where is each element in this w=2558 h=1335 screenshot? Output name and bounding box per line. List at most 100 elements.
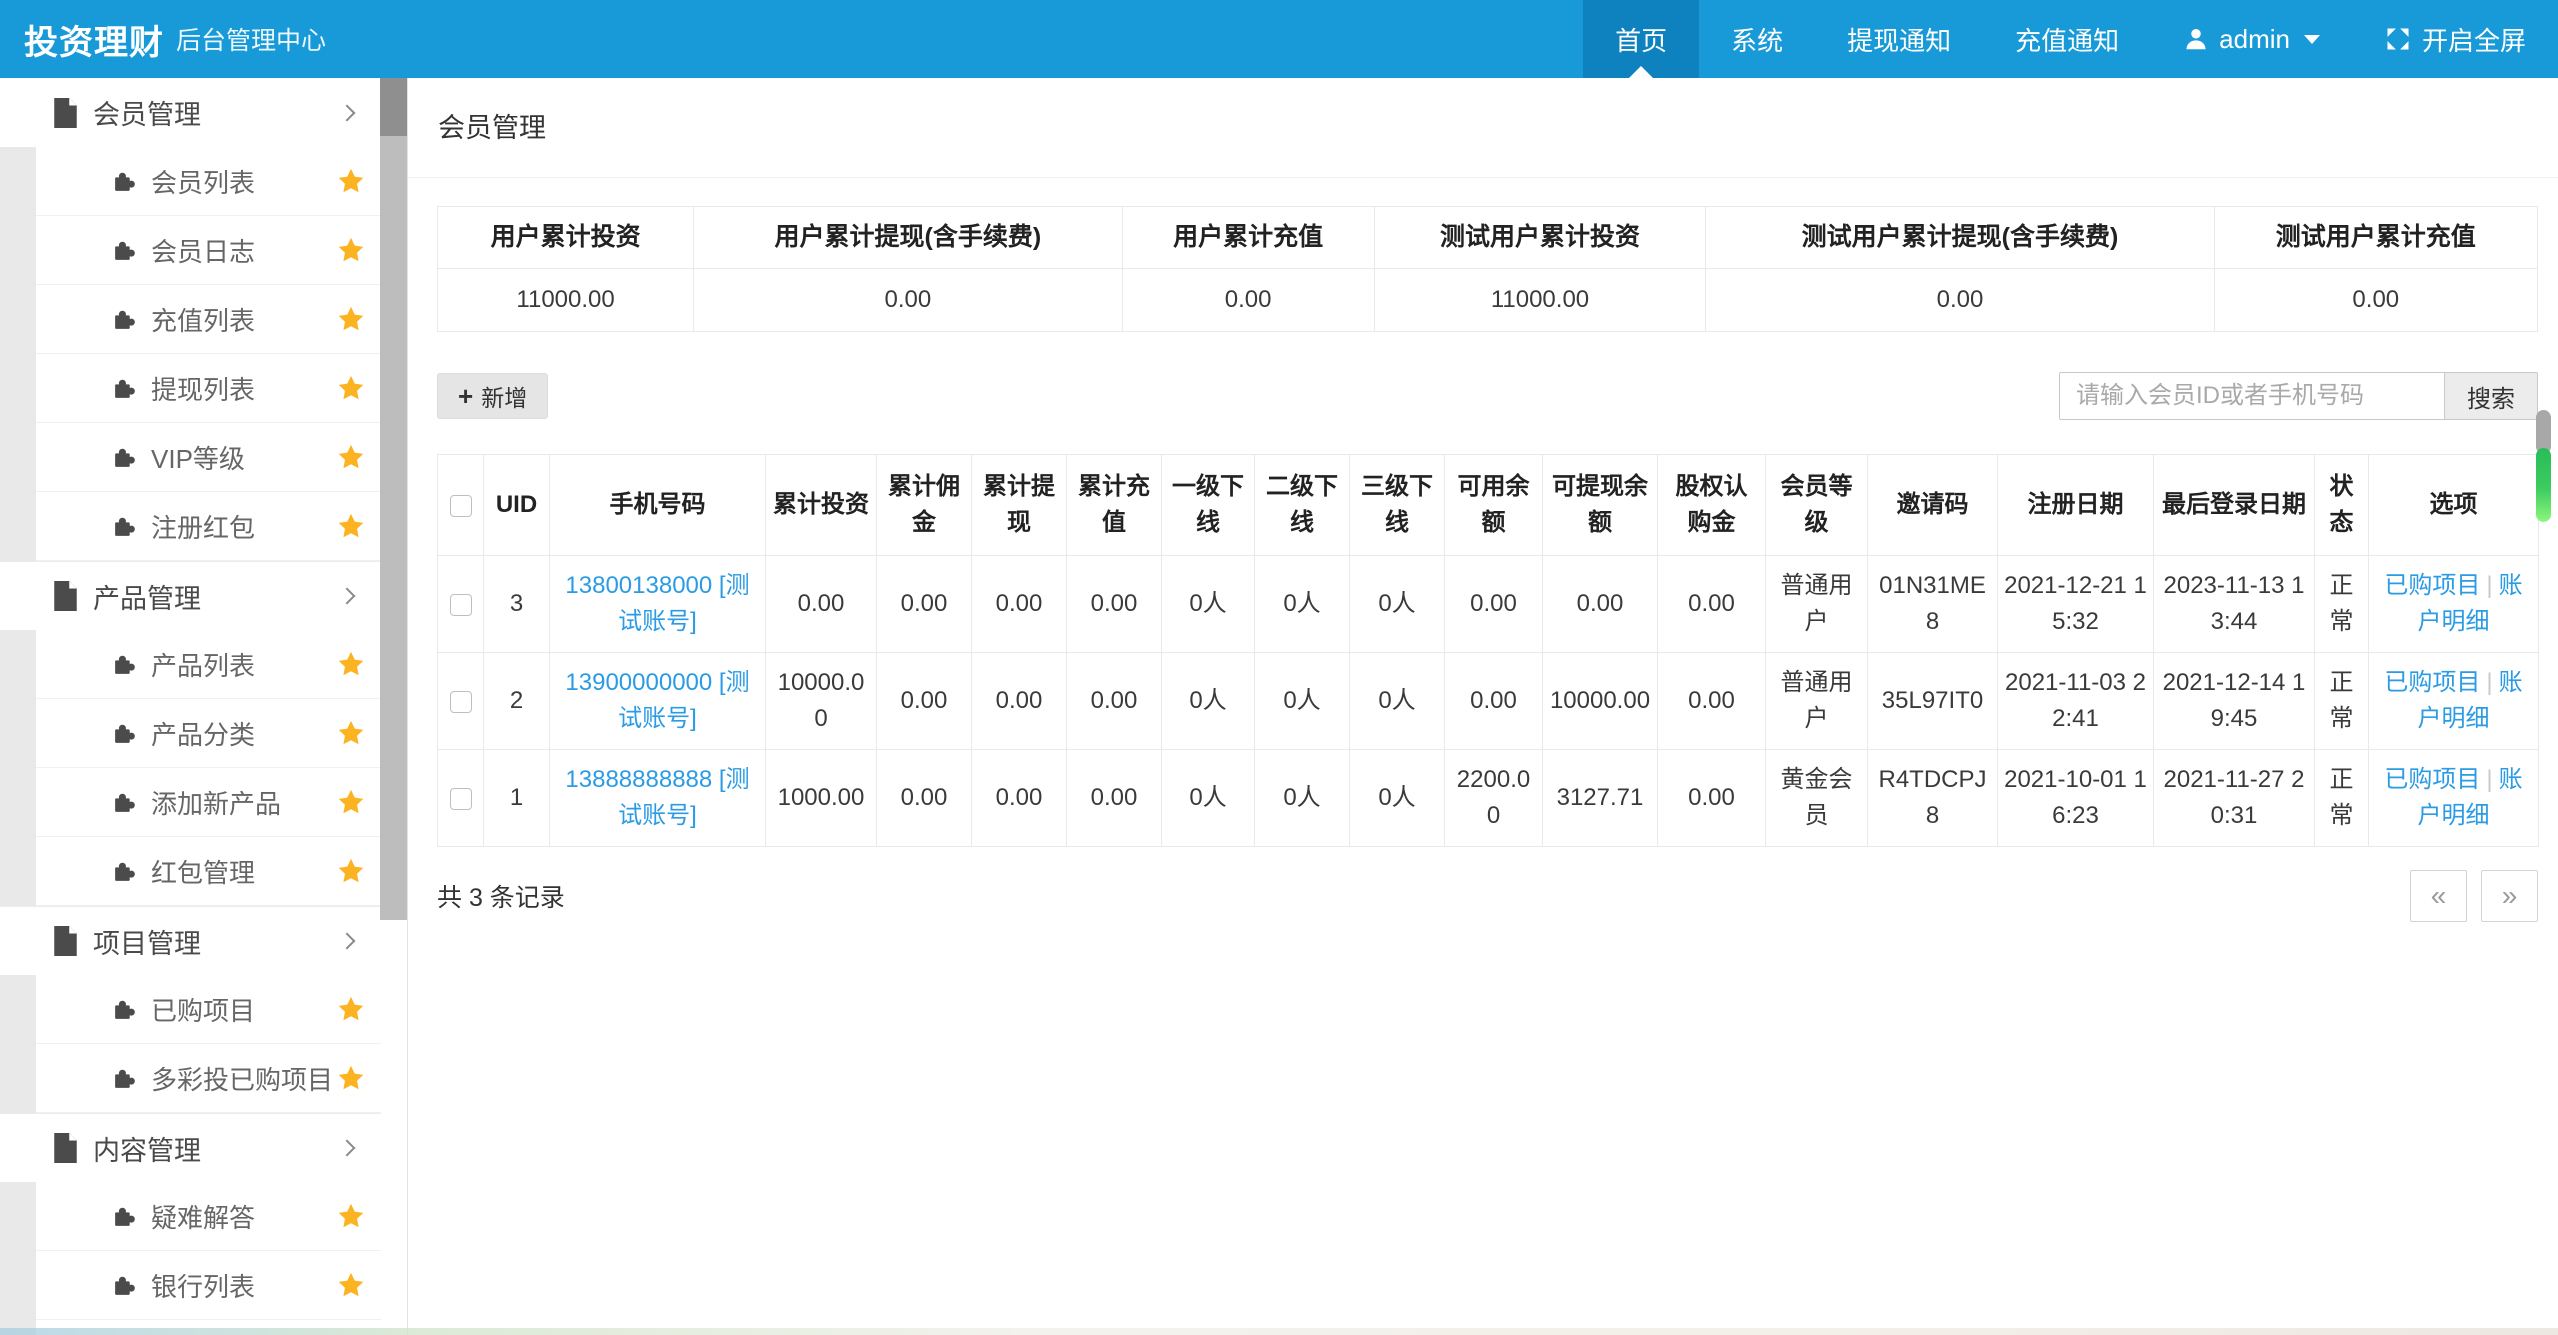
puzzle-icon	[112, 445, 137, 470]
star-icon[interactable]	[337, 374, 365, 402]
sidebar-item-member-log[interactable]: 会员日志	[36, 216, 381, 285]
star-icon[interactable]	[337, 305, 365, 333]
page-header: 会员管理	[408, 78, 2558, 178]
sidebar-group-project-mgmt[interactable]: 项目管理	[0, 906, 381, 975]
file-icon	[52, 98, 79, 128]
cell-recharge: 0.00	[1067, 750, 1162, 847]
user-icon	[2183, 26, 2209, 52]
horizontal-scrollbar[interactable]	[0, 1328, 2558, 1335]
file-icon	[52, 581, 79, 611]
row-checkbox[interactable]	[450, 788, 472, 810]
header-withdrawable: 可提现余额	[1543, 455, 1658, 556]
nav-item-home[interactable]: 首页	[1583, 0, 1699, 78]
cell-recharge: 0.00	[1067, 556, 1162, 653]
nav-item-system[interactable]: 系统	[1699, 0, 1815, 78]
cell-status: 正常	[2315, 556, 2369, 653]
sidebar-item-faq[interactable]: 疑难解答	[36, 1182, 381, 1251]
sidebar-scrollbar-thumb[interactable]	[380, 78, 407, 136]
star-icon[interactable]	[337, 857, 365, 885]
row-checkbox[interactable]	[450, 691, 472, 713]
cell-withdrawable: 3127.71	[1543, 750, 1658, 847]
sidebar-item-duocaitou-projects[interactable]: 多彩投已购项目	[36, 1044, 381, 1113]
header-equity: 股权认购金	[1658, 455, 1766, 556]
sidebar-item-product-category[interactable]: 产品分类	[36, 699, 381, 768]
search-input[interactable]	[2059, 372, 2444, 420]
table-row: 3 13800138000 [测试账号] 0.00 0.00 0.00 0.00…	[438, 556, 2539, 653]
star-icon[interactable]	[337, 650, 365, 678]
star-icon[interactable]	[337, 995, 365, 1023]
star-icon[interactable]	[337, 512, 365, 540]
page-title: 会员管理	[408, 78, 2558, 177]
cell-balance: 0.00	[1445, 653, 1543, 750]
star-icon[interactable]	[337, 1271, 365, 1299]
header-commission: 累计佣金	[877, 455, 972, 556]
table-row: 2 13900000000 [测试账号] 10000.00 0.00 0.00 …	[438, 653, 2539, 750]
stats-value: 0.00	[1122, 269, 1374, 332]
add-button[interactable]: + 新增	[437, 373, 548, 419]
sidebar-item-bank-list[interactable]: 银行列表	[36, 1251, 381, 1320]
cell-select	[438, 556, 484, 653]
sidebar-item-recharge-list[interactable]: 充值列表	[36, 285, 381, 354]
cell-options: 已购项目|账户明细	[2369, 750, 2539, 847]
next-page-button[interactable]: »	[2481, 870, 2538, 922]
cell-withdrawable: 0.00	[1543, 556, 1658, 653]
row-checkbox[interactable]	[450, 594, 472, 616]
nav-item-recharge-notice[interactable]: 充值通知	[1983, 0, 2151, 78]
puzzle-icon	[112, 652, 137, 677]
sidebar-children: 已购项目 多彩投已购项目	[0, 975, 381, 1113]
top-nav: 首页 系统 提现通知 充值通知 admin 开启全屏	[1583, 0, 2558, 78]
purchased-projects-link[interactable]: 已购项目	[2384, 572, 2480, 599]
header-withdraw: 累计提现	[972, 455, 1067, 556]
table-row: 1 13888888888 [测试账号] 1000.00 0.00 0.00 0…	[438, 750, 2539, 847]
star-icon[interactable]	[337, 788, 365, 816]
prev-page-button[interactable]: «	[2410, 870, 2467, 922]
sidebar-item-add-product[interactable]: 添加新产品	[36, 768, 381, 837]
sidebar-scrollbar[interactable]	[380, 78, 407, 920]
nav-item-user-menu[interactable]: admin	[2151, 0, 2352, 78]
sidebar-menu: 会员管理 会员列表 会员日志 充值列表 提现列表	[0, 78, 381, 1335]
star-icon[interactable]	[337, 719, 365, 747]
star-icon[interactable]	[337, 1064, 365, 1092]
header-line1: 一级下线	[1162, 455, 1255, 556]
cell-commission: 0.00	[877, 653, 972, 750]
cell-balance: 2200.00	[1445, 750, 1543, 847]
cell-last-login: 2021-11-27 20:31	[2154, 750, 2315, 847]
fullscreen-icon	[2384, 25, 2412, 53]
purchased-projects-link[interactable]: 已购项目	[2384, 766, 2480, 793]
phone-link[interactable]: 13800138000 [测试账号]	[565, 572, 749, 635]
puzzle-icon	[112, 1204, 137, 1229]
purchased-projects-link[interactable]: 已购项目	[2384, 669, 2480, 696]
sidebar-item-redpacket-mgmt[interactable]: 红包管理	[36, 837, 381, 906]
sidebar-item-withdraw-list[interactable]: 提现列表	[36, 354, 381, 423]
cell-phone: 13800138000 [测试账号]	[550, 556, 766, 653]
sidebar-item-purchased-projects[interactable]: 已购项目	[36, 975, 381, 1044]
nav-item-fullscreen[interactable]: 开启全屏	[2352, 0, 2558, 78]
stats-header: 测试用户累计投资	[1374, 207, 1706, 269]
star-icon[interactable]	[337, 1202, 365, 1230]
phone-link[interactable]: 13888888888 [测试账号]	[565, 766, 749, 829]
stats-header: 用户累计投资	[438, 207, 694, 269]
sidebar-group-product-mgmt[interactable]: 产品管理	[0, 561, 381, 630]
cell-line2: 0人	[1255, 653, 1350, 750]
chevron-right-icon	[339, 1140, 356, 1157]
star-icon[interactable]	[337, 167, 365, 195]
sidebar-item-vip-level[interactable]: VIP等级	[36, 423, 381, 492]
search-button[interactable]: 搜索	[2444, 372, 2538, 420]
select-all-checkbox[interactable]	[450, 495, 472, 517]
nav-item-withdraw-notice[interactable]: 提现通知	[1815, 0, 1983, 78]
stats-header: 测试用户累计提现(含手续费)	[1706, 207, 2214, 269]
puzzle-icon	[112, 721, 137, 746]
header-select-all	[438, 455, 484, 556]
sidebar-group-member-mgmt[interactable]: 会员管理	[0, 78, 381, 147]
star-icon[interactable]	[337, 236, 365, 264]
stats-value: 11000.00	[1374, 269, 1706, 332]
sidebar-item-product-list[interactable]: 产品列表	[36, 630, 381, 699]
header-invest: 累计投资	[766, 455, 877, 556]
star-icon[interactable]	[337, 443, 365, 471]
cell-level: 普通用户	[1766, 556, 1868, 653]
phone-link[interactable]: 13900000000 [测试账号]	[565, 669, 749, 732]
sidebar-group-content-mgmt[interactable]: 内容管理	[0, 1113, 381, 1182]
page-scrollbar-thumb-green[interactable]	[2536, 448, 2551, 522]
sidebar-item-member-list[interactable]: 会员列表	[36, 147, 381, 216]
sidebar-item-register-redpacket[interactable]: 注册红包	[36, 492, 381, 561]
